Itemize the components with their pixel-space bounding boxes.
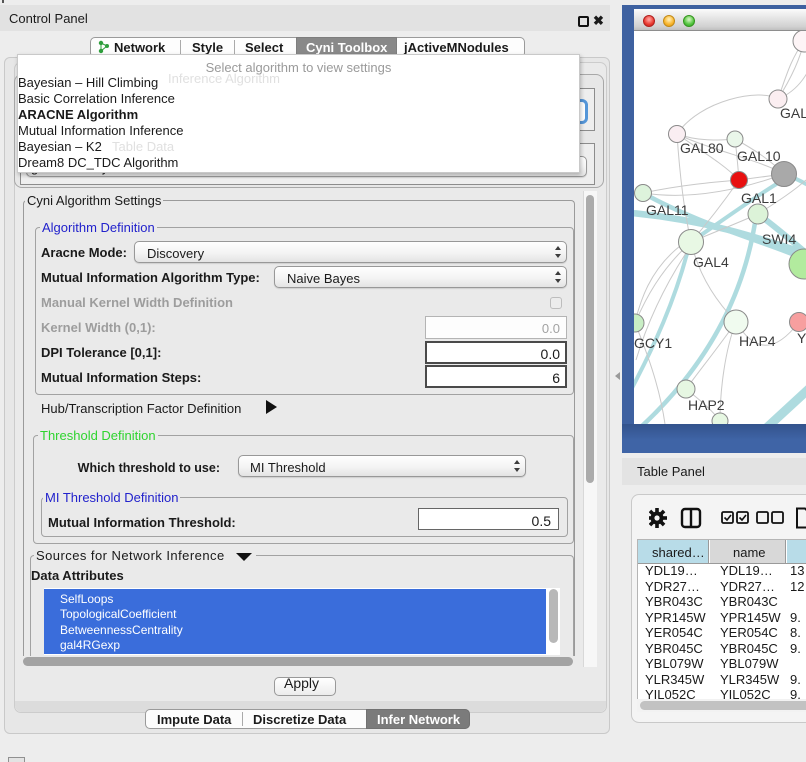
svg-text:GAL10: GAL10 — [737, 148, 781, 164]
svg-text:HAP4: HAP4 — [739, 333, 776, 349]
svg-text:HAP2: HAP2 — [688, 397, 725, 413]
svg-text:GAL4: GAL4 — [693, 254, 729, 270]
svg-text:GAL11: GAL11 — [646, 202, 689, 218]
svg-text:Y: Y — [797, 330, 806, 346]
svg-text:GCY1: GCY1 — [634, 335, 672, 351]
svg-text:GAL: GAL — [780, 105, 806, 121]
svg-text:GAL1: GAL1 — [741, 190, 777, 206]
svg-text:GAL80: GAL80 — [680, 140, 724, 156]
svg-text:SWI4: SWI4 — [762, 231, 796, 247]
